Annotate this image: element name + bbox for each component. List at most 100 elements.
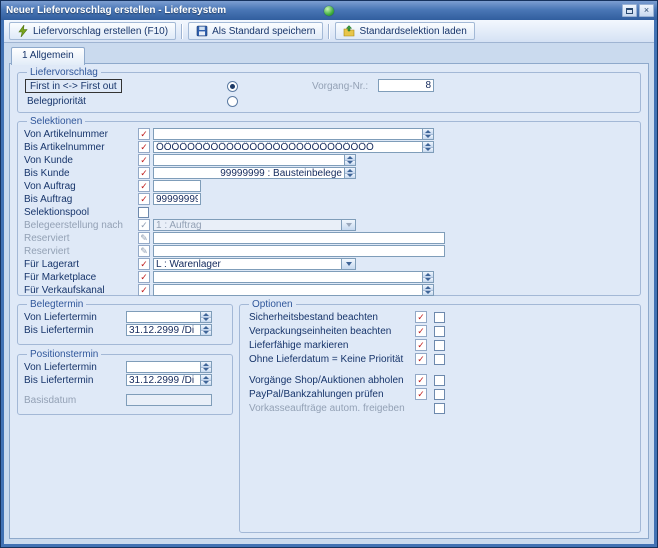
vorgang-nr-field xyxy=(378,79,434,92)
verkaufskanal-spinner[interactable] xyxy=(422,285,433,295)
reserviert2-input xyxy=(154,246,444,256)
option-checkbox[interactable] xyxy=(434,403,445,414)
restore-button[interactable] xyxy=(622,4,637,17)
priority-label: Belegpriorität xyxy=(27,96,86,107)
option-checkbox[interactable] xyxy=(434,326,445,337)
beleg-bis-row: Bis Liefertermin xyxy=(24,324,226,336)
lagerart-dropdown-button[interactable] xyxy=(341,259,355,269)
verkaufskanal-input[interactable] xyxy=(154,285,422,295)
belegeerstellung-label: Belegeerstellung nach xyxy=(24,220,138,231)
lagerart-input[interactable] xyxy=(154,259,341,269)
save-as-standard-button[interactable]: Als Standard speichern xyxy=(188,22,323,40)
fifo-radio[interactable] xyxy=(227,81,238,92)
pos-von-row: Von Liefertermin xyxy=(24,361,226,373)
window-title: Neuer Liefervorschlag erstellen - Liefer… xyxy=(6,5,226,16)
pos-von-input[interactable] xyxy=(127,362,200,372)
option-check-icon[interactable]: ✓ xyxy=(415,388,427,400)
option-checkbox[interactable] xyxy=(434,389,445,400)
close-button[interactable]: × xyxy=(639,4,654,17)
bis-artikelnummer-input[interactable] xyxy=(154,142,422,152)
selection-check-icon[interactable]: ✓ xyxy=(138,180,150,192)
priority-radio[interactable] xyxy=(227,96,238,107)
selection-check-icon[interactable]: ✓ xyxy=(138,284,150,296)
load-folder-icon xyxy=(343,25,355,37)
lagerart-label: Für Lagerart xyxy=(24,259,138,270)
bis-kunde-spinner[interactable] xyxy=(344,168,355,178)
beleg-bis-input[interactable] xyxy=(127,325,200,335)
option-row-shop-auktionen: Vorgänge Shop/Auktionen abholen ✓ xyxy=(246,374,634,386)
pos-bis-input[interactable] xyxy=(127,375,200,385)
load-standard-selection-button[interactable]: Standardselektion laden xyxy=(335,22,474,40)
option-check-icon[interactable]: ✓ xyxy=(415,353,427,365)
belegeerstellung-row: Belegeerstellung nach ✓ xyxy=(24,219,634,231)
lagerart-field xyxy=(153,258,356,270)
option-label: Verpackungseinheiten beachten xyxy=(249,326,415,337)
group-selektionen-title: Selektionen xyxy=(27,116,85,127)
vorgang-nr-input[interactable] xyxy=(379,80,433,91)
selection-check-icon[interactable]: ✓ xyxy=(138,167,150,179)
edit-icon: ✎ xyxy=(138,232,150,244)
bis-kunde-field xyxy=(153,167,356,179)
app-window: Neuer Liefervorschlag erstellen - Liefer… xyxy=(0,0,658,548)
bis-auftrag-input[interactable] xyxy=(154,194,200,204)
selection-check-icon[interactable]: ✓ xyxy=(138,258,150,270)
von-artikelnummer-input[interactable] xyxy=(154,129,422,139)
option-check-icon[interactable]: ✓ xyxy=(415,339,427,351)
marketplace-spinner[interactable] xyxy=(422,272,433,282)
option-label: Lieferfähige markieren xyxy=(249,340,415,351)
group-belegtermin-title: Belegtermin xyxy=(27,299,86,310)
status-icon xyxy=(324,6,334,16)
option-row-paypal: PayPal/Bankzahlungen prüfen ✓ xyxy=(246,388,634,400)
bis-artikelnummer-spinner[interactable] xyxy=(422,142,433,152)
selektionspool-checkbox[interactable] xyxy=(138,207,149,218)
bis-artikelnummer-label: Bis Artikelnummer xyxy=(24,142,138,153)
option-label: Vorkasseaufträge autom. freigeben xyxy=(249,403,415,414)
marketplace-row: Für Marketplace ✓ xyxy=(24,271,634,283)
option-check-icon[interactable]: ✓ xyxy=(415,311,427,323)
tab-allgemein[interactable]: 1 Allgemein xyxy=(11,47,85,65)
von-kunde-spinner[interactable] xyxy=(344,155,355,165)
bis-artikelnummer-field xyxy=(153,141,434,153)
beleg-bis-spinner[interactable] xyxy=(200,325,211,335)
selection-check-icon[interactable]: ✓ xyxy=(138,154,150,166)
selection-check-icon[interactable]: ✓ xyxy=(138,128,150,140)
option-checkbox[interactable] xyxy=(434,312,445,323)
pos-bis-spinner[interactable] xyxy=(200,375,211,385)
von-kunde-input[interactable] xyxy=(154,155,344,165)
selektionspool-row: Selektionspool xyxy=(24,206,634,218)
pos-von-spinner[interactable] xyxy=(200,362,211,372)
pos-bis-label: Bis Liefertermin xyxy=(24,375,126,386)
group-positionstermin: Positionstermin Von Liefertermin Bis Lie… xyxy=(17,349,233,415)
option-label: PayPal/Bankzahlungen prüfen xyxy=(249,389,415,400)
marketplace-input[interactable] xyxy=(154,272,422,282)
beleg-von-field xyxy=(126,311,212,323)
von-artikelnummer-spinner[interactable] xyxy=(422,129,433,139)
belegeerstellung-field xyxy=(153,219,356,231)
beleg-von-spinner[interactable] xyxy=(200,312,211,322)
bis-auftrag-label: Bis Auftrag xyxy=(24,194,138,205)
selection-check-icon[interactable]: ✓ xyxy=(138,271,150,283)
basisdatum-input xyxy=(127,395,211,405)
von-auftrag-input[interactable] xyxy=(154,181,200,191)
bis-auftrag-field xyxy=(153,193,201,205)
option-check-icon[interactable]: ✓ xyxy=(415,374,427,386)
option-check-icon[interactable]: ✓ xyxy=(415,325,427,337)
option-checkbox[interactable] xyxy=(434,340,445,351)
option-row-lieferfaehige: Lieferfähige markieren ✓ xyxy=(246,339,634,351)
selektionspool-label: Selektionspool xyxy=(24,207,138,218)
beleg-von-input[interactable] xyxy=(127,312,200,322)
restore-icon xyxy=(626,8,633,14)
create-delivery-proposal-button[interactable]: Liefervorschlag erstellen (F10) xyxy=(9,22,176,40)
reserviert1-input xyxy=(154,233,444,243)
option-checkbox[interactable] xyxy=(434,375,445,386)
pos-bis-field xyxy=(126,374,212,386)
bis-kunde-input[interactable] xyxy=(154,168,344,178)
von-artikelnummer-row: Von Artikelnummer ✓ xyxy=(24,128,634,140)
selection-check-icon[interactable]: ✓ xyxy=(138,193,150,205)
load-standard-selection-label: Standardselektion laden xyxy=(359,26,466,37)
option-checkbox[interactable] xyxy=(434,354,445,365)
belegeerstellung-input xyxy=(154,220,341,230)
von-kunde-field xyxy=(153,154,356,166)
selection-check-icon[interactable]: ✓ xyxy=(138,141,150,153)
vorgang-nr-label: Vorgang-Nr.: xyxy=(312,81,368,92)
